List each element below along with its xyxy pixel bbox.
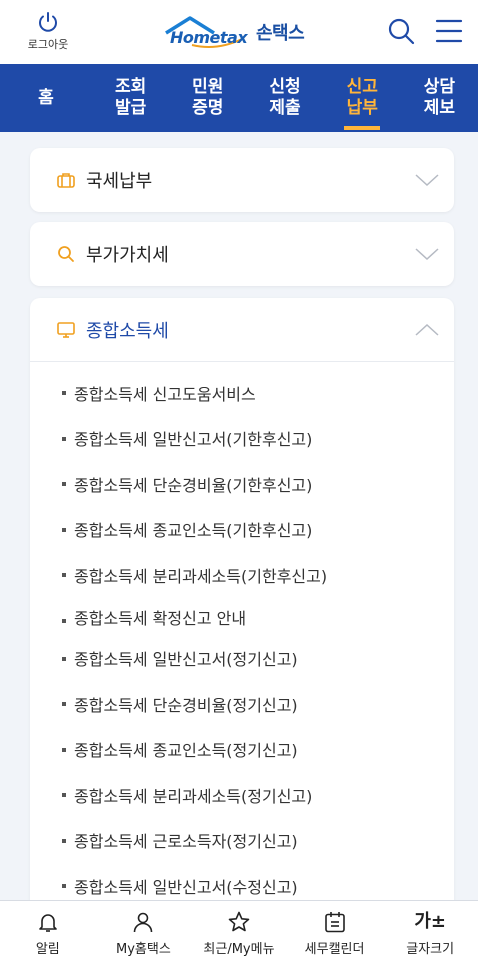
main-nav: 홈 조회 발급 민원 증명 신청 제출 신고 납부 상담 제보 (0, 64, 478, 132)
nav-apply-submit[interactable]: 신청 제출 (246, 64, 323, 132)
nav-report-pay[interactable]: 신고 납부 (324, 64, 401, 132)
nav-label: 상담 제보 (423, 77, 456, 118)
menu-item[interactable]: 종합소득세 종교인소득(정기신고) (62, 727, 454, 773)
tab-notifications[interactable]: 알림 (0, 901, 96, 966)
power-icon (39, 12, 57, 32)
person-icon (134, 912, 153, 933)
tab-my-hometax[interactable]: My홈택스 (96, 901, 192, 966)
nav-civil-certificate[interactable]: 민원 증명 (169, 64, 246, 132)
tab-font-size[interactable]: 가± 글자크기 (382, 901, 478, 966)
section-title: 국세납부 (86, 171, 153, 192)
section-title: 부가가치세 (86, 245, 169, 266)
menu-item[interactable]: 종합소득세 신고도움서비스 (62, 370, 454, 416)
tab-label: 알림 (35, 942, 60, 957)
section-header[interactable]: 국세납부 (30, 148, 454, 212)
bottom-tab-bar: 알림 My홈택스 최근/My메뉴 세무캘린더 가± 글자크기 (0, 900, 478, 966)
nav-consult-report[interactable]: 상담 제보 (401, 64, 478, 132)
section-header[interactable]: 부가가치세 (30, 222, 454, 286)
tab-label: My홈택스 (115, 942, 171, 957)
nav-label: 홈 (38, 87, 54, 108)
section-vat: 부가가치세 (30, 222, 454, 286)
chevron-down-icon (415, 248, 439, 261)
monitor-icon (57, 321, 75, 338)
section-title: 종합소득세 (86, 320, 169, 342)
tab-tax-calendar[interactable]: 세무캘린더 (287, 901, 383, 966)
menu-item[interactable]: 종합소득세 일반신고서(정기신고) (62, 636, 454, 682)
nav-label: 신청 제출 (269, 77, 301, 118)
calendar-icon (324, 912, 345, 933)
menu-item[interactable]: 종합소득세 근로소득자(정기신고) (62, 818, 454, 864)
tab-label: 최근/My메뉴 (203, 942, 275, 957)
menu-item[interactable]: 종합소득세 분리과세소득(정기신고) (62, 772, 454, 818)
tab-recent-my-menu[interactable]: 최근/My메뉴 (191, 901, 287, 966)
menu-item[interactable]: 종합소득세 일반신고서(기한후신고) (62, 416, 454, 462)
tab-label: 글자크기 (406, 942, 455, 957)
menu-item[interactable]: 종합소득세 종교인소득(기한후신고) (62, 507, 454, 553)
menu-item[interactable]: 종합소득세 단순경비율(정기신고) (62, 681, 454, 727)
app-header: 로그아웃 Hometax 손택스 (0, 0, 478, 64)
section-header[interactable]: 종합소득세 (30, 298, 454, 362)
font-size-icon: 가± (414, 911, 446, 932)
hamburger-icon (435, 19, 463, 43)
income-tax-menu: 종합소득세 신고도움서비스 종합소득세 일반신고서(기한후신고) 종합소득세 단… (30, 362, 454, 909)
star-icon (228, 911, 250, 932)
logo-suffix: 손택스 (256, 23, 305, 44)
nav-label: 조회 발급 (114, 77, 147, 118)
search-icon (388, 18, 415, 45)
logo-brand: Hometax (170, 28, 248, 47)
tab-label: 세무캘린더 (304, 942, 365, 957)
chevron-up-icon (415, 323, 439, 336)
header-menu-button[interactable] (434, 16, 464, 46)
logout-label: 로그아웃 (27, 38, 69, 51)
section-national-tax-payment: 국세납부 (30, 148, 454, 212)
logout-button[interactable]: 로그아웃 (20, 10, 76, 52)
nav-label: 신고 납부 (346, 77, 378, 118)
menu-item[interactable]: 종합소득세 확정신고 안내 (62, 598, 454, 636)
hometax-logo[interactable]: Hometax 손택스 (162, 14, 305, 50)
nav-label: 민원 증명 (192, 77, 224, 118)
menu-item[interactable]: 종합소득세 단순경비율(기한후신고) (62, 461, 454, 507)
nav-home[interactable]: 홈 (0, 64, 92, 132)
section-income-tax: 종합소득세 종합소득세 신고도움서비스 종합소득세 일반신고서(기한후신고) 종… (30, 298, 454, 918)
search-icon (58, 246, 74, 262)
briefcase-icon (57, 173, 75, 188)
logo-house-mark: Hometax (162, 15, 254, 49)
nav-inquiry-issue[interactable]: 조회 발급 (92, 64, 169, 132)
header-search-button[interactable] (386, 16, 416, 46)
menu-item[interactable]: 종합소득세 분리과세소득(기한후신고) (62, 552, 454, 598)
bell-icon (38, 914, 57, 932)
chevron-down-icon (415, 174, 439, 187)
